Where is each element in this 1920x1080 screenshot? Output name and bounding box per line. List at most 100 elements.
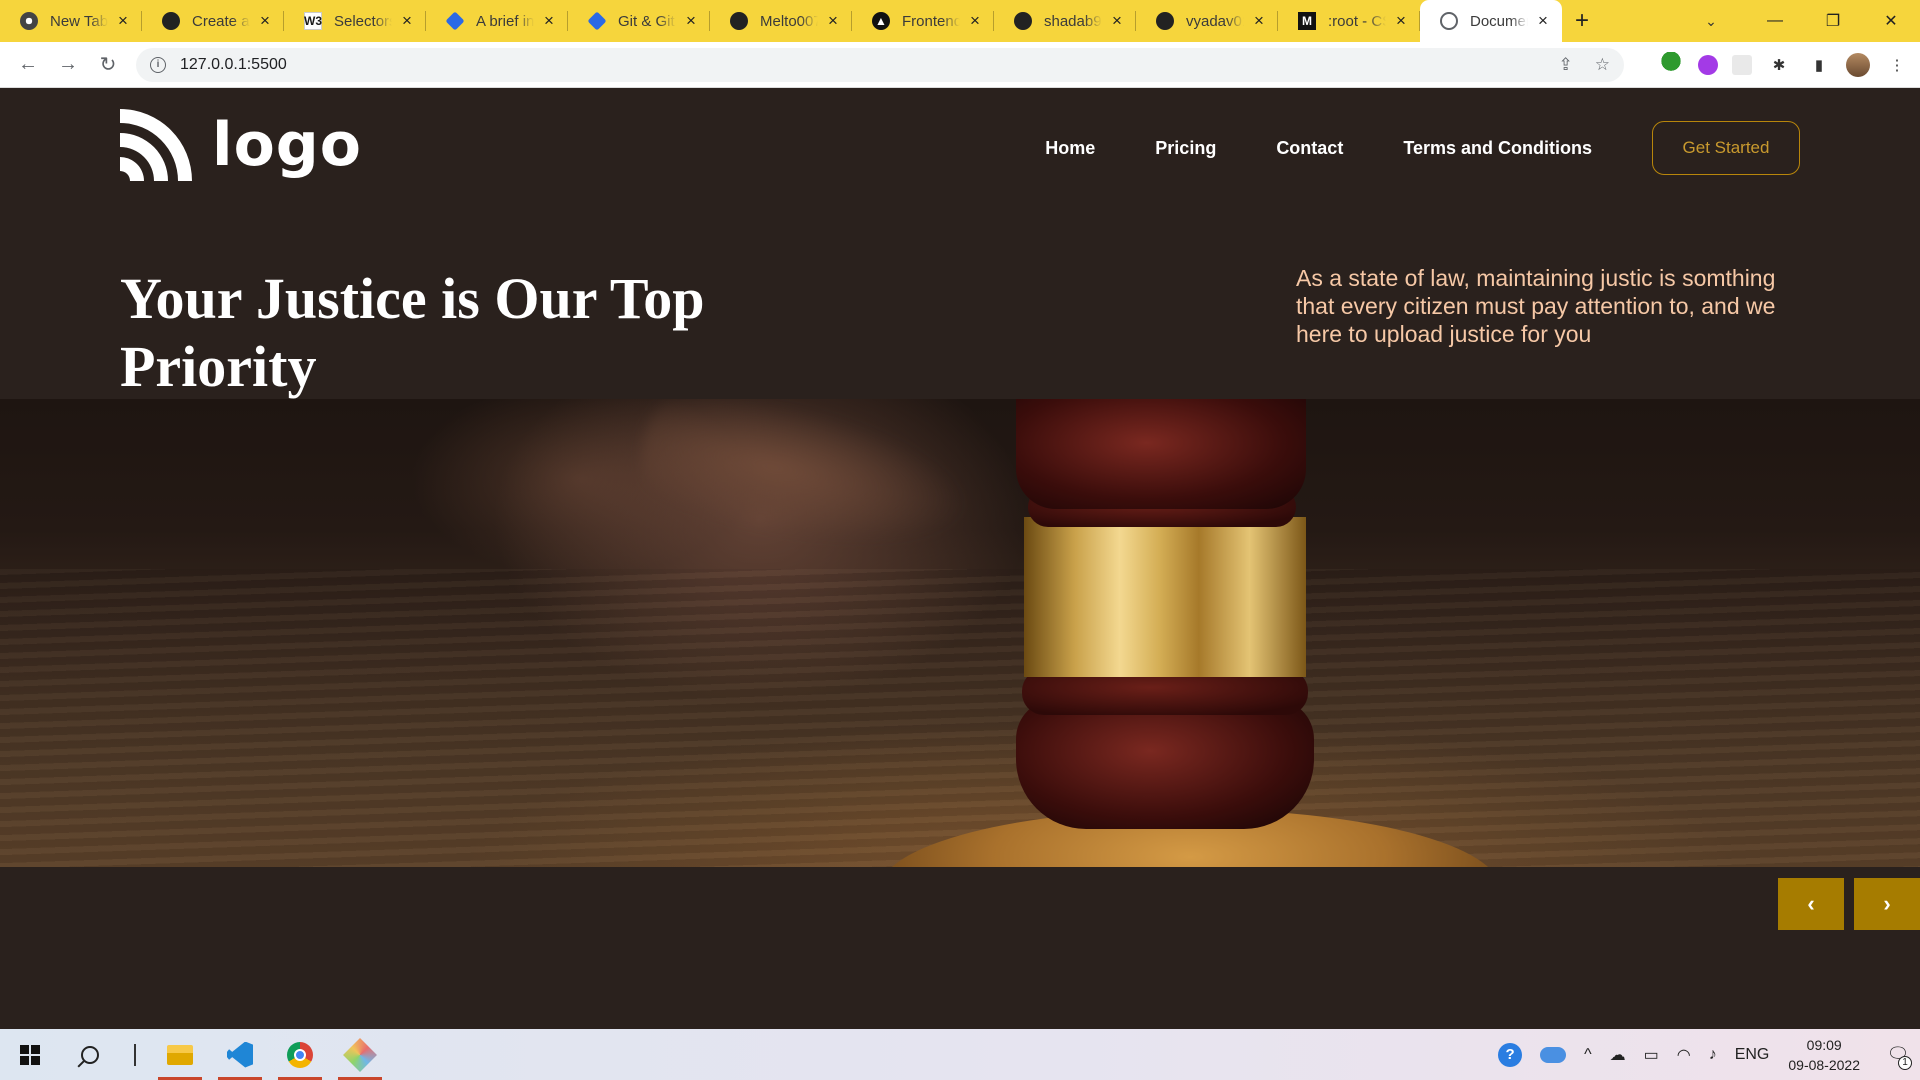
close-icon[interactable]: ×	[682, 12, 700, 30]
start-button[interactable]	[0, 1029, 60, 1080]
git-app-button[interactable]	[330, 1029, 390, 1080]
close-icon[interactable]: ×	[966, 12, 984, 30]
nav-link-home[interactable]: Home	[1045, 138, 1095, 159]
vscode-button[interactable]	[210, 1029, 270, 1080]
extensions-area: ✱ ▮ ⋮	[1658, 42, 1910, 88]
close-window-icon[interactable]: ✕	[1862, 0, 1920, 42]
purple-extension-icon[interactable]	[1698, 55, 1718, 75]
clock-time: 09:09	[1806, 1036, 1842, 1053]
tab-document[interactable]: Document ×	[1420, 0, 1562, 42]
battery-icon[interactable]: ▭	[1644, 1045, 1659, 1065]
system-tray: ? ^ ☁ ▭ ◠ ♪ ENG 09:09 09-08-2022 🗨 1	[1489, 1029, 1920, 1080]
tab-selectors[interactable]: W3 Selectors ×	[284, 0, 426, 42]
logo-text: logo	[212, 110, 362, 180]
site-logo[interactable]: logo	[120, 109, 362, 181]
menu-kebab-icon[interactable]: ⋮	[1884, 52, 1910, 78]
clock[interactable]: 09:09 09-08-2022	[1788, 1035, 1860, 1075]
onedrive-icon[interactable]: ☁	[1610, 1045, 1626, 1065]
tab-search-chevron-icon[interactable]: ⌄	[1688, 0, 1734, 42]
bookmark-star-icon[interactable]: ☆	[1595, 55, 1610, 75]
search-icon	[81, 1045, 99, 1064]
logo-arcs-icon	[120, 109, 192, 181]
clock-date: 09-08-2022	[1788, 1056, 1860, 1073]
volume-icon[interactable]: ♪	[1709, 1046, 1717, 1064]
url-text[interactable]: 127.0.0.1:5500	[180, 56, 1537, 74]
close-icon[interactable]: ×	[1392, 12, 1410, 30]
slider-next-button[interactable]: ›	[1854, 878, 1920, 930]
close-icon[interactable]: ×	[1108, 12, 1126, 30]
search-button[interactable]	[60, 1029, 120, 1080]
tab-new-tab[interactable]: New Tab ×	[0, 0, 142, 42]
chrome-taskbar-button[interactable]	[270, 1029, 330, 1080]
language-indicator[interactable]: ENG	[1735, 1046, 1770, 1064]
vscode-icon	[227, 1041, 253, 1068]
gavel-head	[1016, 399, 1306, 509]
triangle-icon: ▲	[872, 12, 890, 30]
profile-avatar[interactable]	[1846, 53, 1870, 77]
wifi-icon[interactable]: ◠	[1677, 1045, 1691, 1065]
chevron-up-icon[interactable]: ^	[1584, 1046, 1592, 1064]
github-icon	[1156, 12, 1174, 30]
close-icon[interactable]: ×	[1250, 12, 1268, 30]
close-icon[interactable]: ×	[824, 12, 842, 30]
diamond-icon	[587, 11, 607, 31]
tab-list: New Tab × Create a new repository × W3 S…	[0, 0, 1602, 42]
nav-link-pricing[interactable]: Pricing	[1155, 138, 1216, 159]
tab-root-css[interactable]: M :root - CSS ×	[1278, 0, 1420, 42]
html-tree-extension-icon[interactable]	[1658, 52, 1684, 78]
close-icon[interactable]: ×	[398, 12, 416, 30]
close-icon[interactable]: ×	[256, 12, 274, 30]
restore-icon[interactable]: ❐	[1804, 0, 1862, 42]
file-explorer-button[interactable]	[150, 1029, 210, 1080]
tab-create-repository[interactable]: Create a new repository ×	[142, 0, 284, 42]
tab-brief-intro[interactable]: A brief intro ×	[426, 0, 568, 42]
back-arrow-icon[interactable]: ←	[8, 45, 48, 85]
notifications-button[interactable]: 🗨 1	[1876, 1029, 1920, 1080]
tab-title: Selectors	[334, 12, 392, 30]
github-icon	[162, 12, 180, 30]
notification-badge: 1	[1898, 1056, 1912, 1070]
tab-title: New Tab	[50, 12, 108, 30]
tab-title: :root - CSS	[1328, 12, 1386, 30]
tab-melto007[interactable]: Melto007 ×	[710, 0, 852, 42]
tab-title: Git & GitHub	[618, 12, 676, 30]
tab-git-github[interactable]: Git & GitHub ×	[568, 0, 710, 42]
blank-extension-icon[interactable]	[1732, 55, 1752, 75]
nav-link-terms[interactable]: Terms and Conditions	[1403, 138, 1592, 159]
hero-title: Your Justice is Our Top Priority	[120, 266, 705, 399]
tab-title: Frontend	[902, 12, 960, 30]
window-controls: — ❐ ✕	[1746, 0, 1920, 42]
weather-cloud-icon[interactable]	[1540, 1046, 1567, 1063]
tab-vyadav01[interactable]: vyadav01 ×	[1136, 0, 1278, 42]
tab-frontend[interactable]: ▲ Frontend ×	[852, 0, 994, 42]
address-bar[interactable]: i 127.0.0.1:5500 ⇪ ☆	[136, 48, 1624, 82]
nav-link-contact[interactable]: Contact	[1276, 138, 1343, 159]
reload-icon[interactable]: ↻	[88, 45, 128, 85]
chrome-icon	[287, 1041, 313, 1068]
help-icon[interactable]: ?	[1498, 1042, 1523, 1067]
tab-title: vyadav01	[1186, 12, 1244, 30]
windows-taskbar: ? ^ ☁ ▭ ◠ ♪ ENG 09:09 09-08-2022 🗨 1	[0, 1029, 1920, 1080]
puzzle-extensions-icon[interactable]: ✱	[1766, 52, 1792, 78]
share-icon[interactable]: ⇪	[1559, 55, 1573, 75]
mdn-icon: M	[1298, 12, 1316, 30]
slider-prev-button[interactable]: ‹	[1778, 878, 1844, 930]
chrome-icon	[20, 12, 38, 30]
windows-logo-icon	[20, 1044, 40, 1065]
close-icon[interactable]: ×	[114, 12, 132, 30]
minimize-icon[interactable]: —	[1746, 0, 1804, 42]
globe-icon	[1440, 12, 1458, 30]
forward-arrow-icon[interactable]: →	[48, 45, 88, 85]
tab-shadab97[interactable]: shadab97 ×	[994, 0, 1136, 42]
main-nav: Home Pricing Contact Terms and Condition…	[1045, 121, 1800, 175]
get-started-button[interactable]: Get Started	[1652, 121, 1800, 175]
diamond-app-icon	[343, 1037, 377, 1072]
diamond-icon	[445, 11, 465, 31]
site-info-icon[interactable]: i	[150, 57, 166, 73]
taskbar-divider	[134, 1043, 136, 1066]
close-icon[interactable]: ×	[540, 12, 558, 30]
side-panel-icon[interactable]: ▮	[1806, 52, 1832, 78]
w3schools-icon: W3	[304, 12, 322, 30]
new-tab-button[interactable]: +	[1562, 0, 1602, 42]
close-icon[interactable]: ×	[1534, 12, 1552, 30]
